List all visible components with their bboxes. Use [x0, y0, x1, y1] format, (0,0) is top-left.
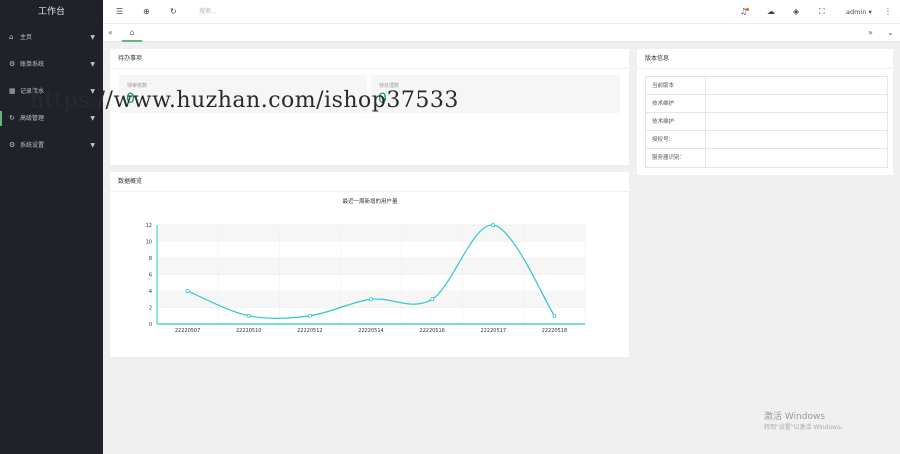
- y-tick-label: 6: [149, 273, 152, 279]
- globe-icon[interactable]: ⊕: [143, 0, 150, 24]
- line-chart: 0 2 4 6 8 10 12 22220507 22220510 22220512 2222051…: [146, 223, 586, 334]
- gear-icon: ⚙: [9, 60, 16, 68]
- gear-icon: ⚙: [9, 141, 16, 149]
- table-row: 服务器识别：: [646, 149, 887, 167]
- windows-activation-hint: 转到"设置"以激活 Windows。: [764, 424, 847, 431]
- home-icon: ⌂: [9, 33, 14, 41]
- version-value: [706, 77, 887, 94]
- version-label: 当前版本: [646, 77, 706, 94]
- version-value: [706, 113, 887, 130]
- grid-band: [157, 258, 585, 275]
- data-point: [491, 223, 496, 228]
- sidebar-item-label: 系统设置: [20, 142, 45, 149]
- chevron-down-icon: ▼: [90, 142, 95, 149]
- chevron-down-icon: ▼: [90, 34, 95, 41]
- search-input[interactable]: 搜索...: [199, 0, 217, 24]
- grid-icon: ▦: [9, 87, 16, 95]
- version-title: 版本信息: [637, 49, 893, 69]
- y-tick-label: 2: [149, 306, 152, 312]
- user-name: admin: [846, 8, 867, 16]
- version-table: 当前版本 技术维护 技术维护 授权号： 服务器识别：: [645, 76, 888, 168]
- home-icon: ⌂: [129, 28, 135, 37]
- sidebar-title: 工作台: [37, 7, 65, 17]
- tab-home[interactable]: ⌂: [122, 24, 142, 42]
- x-tick-label: 22220518: [542, 328, 567, 334]
- version-value: [706, 149, 887, 167]
- x-tick-label: 22220510: [236, 328, 261, 334]
- theme-icon[interactable]: ☁: [767, 0, 775, 24]
- version-label: 技术维护: [646, 113, 706, 130]
- data-point: [430, 297, 435, 302]
- sidebar-item-label: 主页: [20, 34, 33, 41]
- bell-icon[interactable]: ♫: [740, 0, 749, 24]
- grid-band: [157, 225, 585, 242]
- version-value: [706, 131, 887, 148]
- table-row: 授权号：: [646, 131, 887, 149]
- table-row: 技术维护: [646, 95, 887, 113]
- x-tick-label: 22220516: [419, 328, 444, 334]
- tabs-scroll-right-icon[interactable]: »: [868, 24, 873, 42]
- tabs-scroll-left-icon[interactable]: «: [108, 24, 113, 42]
- version-label: 服务器识别：: [646, 149, 706, 167]
- x-tick-label: 22220517: [481, 328, 506, 334]
- x-tick-label: 22220507: [175, 328, 200, 334]
- tabs-dropdown-icon[interactable]: ⌄: [887, 24, 894, 42]
- table-row: 当前版本: [646, 77, 887, 95]
- y-tick-label: 10: [146, 240, 152, 246]
- version-value: [706, 95, 887, 112]
- y-tick-label: 4: [149, 289, 152, 295]
- y-tick-label: 0: [149, 322, 152, 328]
- tag-icon[interactable]: ◈: [793, 0, 799, 24]
- more-icon[interactable]: ⋮: [884, 0, 892, 24]
- user-menu[interactable]: admin ▾: [846, 0, 872, 24]
- data-point: [368, 297, 373, 302]
- x-tick-label: 22220514: [358, 328, 383, 334]
- fullscreen-icon[interactable]: ⛶: [819, 0, 825, 24]
- y-tick-label: 12: [146, 223, 152, 229]
- chevron-down-icon: ▼: [90, 61, 95, 68]
- overview-card: 数据概览 最近一周新增的用户量 0 2 4 6 8 10 12 22220507 2222051…: [110, 172, 629, 357]
- refresh-icon[interactable]: ↻: [170, 0, 177, 24]
- watermark-text: https://www.huzhan.com/ishop37533: [30, 88, 459, 113]
- version-label: 技术维护: [646, 95, 706, 112]
- x-tick-label: 22220512: [297, 328, 322, 334]
- top-header: ☰ ⊕ ↻ 搜索... ♫ ☁ ◈ ⛶ admin ▾ ⋮: [103, 0, 900, 24]
- menu-toggle-icon[interactable]: ☰: [116, 0, 123, 24]
- todo-title: 待办事项: [110, 49, 629, 69]
- y-tick-label: 8: [149, 256, 152, 262]
- version-label: 授权号：: [646, 131, 706, 148]
- sidebar-item-billing[interactable]: ⚙ 账单系统 ▼: [0, 51, 103, 78]
- data-point: [307, 313, 312, 318]
- version-card: 版本信息 当前版本 技术维护 技术维护 授权号： 服务器识别：: [637, 49, 893, 175]
- sidebar: 工作台 ⌂ 主页 ▼ ⚙ 账单系统 ▼ ▦ 记录流水 ▼ ↻ 高级管理 ▼ ⚙ …: [0, 0, 103, 454]
- data-point: [185, 289, 190, 294]
- sidebar-item-settings[interactable]: ⚙ 系统设置 ▼: [0, 132, 103, 159]
- windows-activation-title: 激活 Windows: [764, 412, 826, 422]
- sidebar-item-label: 账单系统: [20, 61, 45, 68]
- data-point: [246, 313, 251, 318]
- table-row: 技术维护: [646, 113, 887, 131]
- sidebar-item-home[interactable]: ⌂ 主页 ▼: [0, 24, 103, 51]
- data-point: [552, 313, 557, 318]
- refresh-icon: ↻: [9, 114, 15, 122]
- tab-bar: « ⌂ » ⌄: [103, 24, 900, 42]
